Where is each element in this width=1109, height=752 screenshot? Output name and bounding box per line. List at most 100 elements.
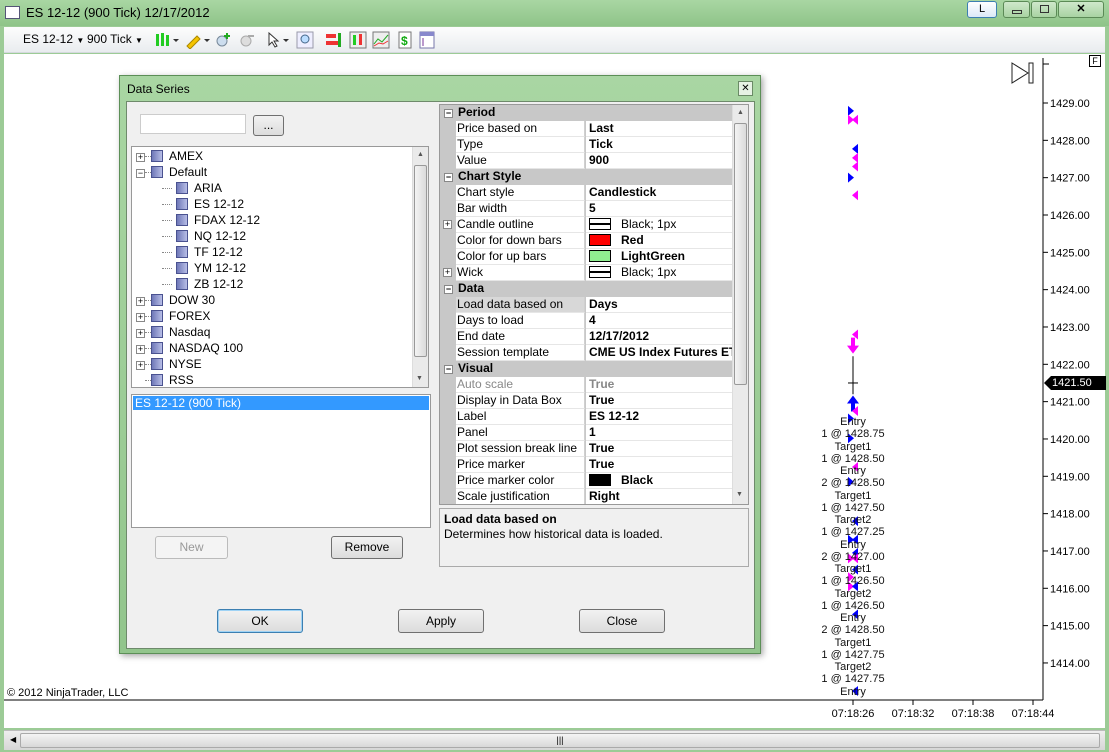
- trade-marker-left[interactable]: [852, 114, 858, 125]
- property-value[interactable]: CME US Index Futures ETH: [586, 345, 732, 361]
- tree-item[interactable]: YM 12-12: [162, 260, 246, 276]
- property-row[interactable]: Color for down bars Red: [440, 233, 732, 249]
- trade-marker-left[interactable]: [852, 152, 858, 163]
- tree-item[interactable]: + AMEX: [136, 148, 203, 164]
- collapse-icon[interactable]: −: [444, 173, 453, 182]
- tree-item[interactable]: RSS: [136, 372, 194, 387]
- maximize-button[interactable]: [1031, 1, 1057, 18]
- minimize-button[interactable]: [1003, 1, 1030, 18]
- scroll-thumb[interactable]: |||: [20, 733, 1100, 748]
- scroll-up-icon[interactable]: ▲: [733, 109, 748, 116]
- tree-item[interactable]: + Nasdaq: [136, 324, 210, 340]
- tree-item[interactable]: FDAX 12-12: [162, 212, 260, 228]
- collapse-icon[interactable]: −: [444, 285, 453, 294]
- scroll-up-icon[interactable]: ▲: [413, 151, 428, 158]
- browse-button[interactable]: ...: [253, 115, 284, 136]
- property-value[interactable]: Black; 1px: [586, 217, 732, 233]
- property-grid[interactable]: − Period Price based on Last Type Tick Value 90…: [439, 104, 749, 505]
- property-value[interactable]: Last: [586, 121, 732, 137]
- property-row[interactable]: Price marker color Black: [440, 473, 732, 489]
- property-value[interactable]: 12/17/2012: [586, 329, 732, 345]
- expand-icon[interactable]: +: [136, 153, 145, 162]
- tree-item[interactable]: ES 12-12: [162, 196, 244, 212]
- tree-item[interactable]: TF 12-12: [162, 244, 243, 260]
- property-row[interactable]: + Candle outline Black; 1px: [440, 217, 732, 233]
- close-button[interactable]: ✕: [1058, 1, 1104, 18]
- expand-icon[interactable]: +: [136, 329, 145, 338]
- property-row[interactable]: Type Tick: [440, 137, 732, 153]
- property-value[interactable]: Red: [586, 233, 732, 249]
- instrument-tree[interactable]: + AMEX − Default ARIA ES 12-12 FDAX 12-12 NQ 12…: [131, 146, 429, 388]
- scroll-left-icon[interactable]: ◀: [10, 735, 16, 744]
- remove-button[interactable]: Remove: [331, 536, 403, 559]
- tree-scroll-thumb[interactable]: [414, 165, 427, 357]
- property-row[interactable]: Session template CME US Index Futures ETH: [440, 345, 732, 361]
- dollar-icon[interactable]: $: [396, 31, 414, 49]
- execution-arrow-down[interactable]: [847, 337, 859, 354]
- property-value[interactable]: Right: [586, 489, 732, 504]
- expand-icon[interactable]: +: [443, 220, 452, 229]
- property-category[interactable]: − Period: [440, 105, 732, 121]
- link-button[interactable]: L: [967, 1, 997, 18]
- indicators-icon[interactable]: [349, 31, 367, 49]
- property-row[interactable]: + Wick Black; 1px: [440, 265, 732, 281]
- scroll-to-end-icon[interactable]: [1011, 62, 1035, 87]
- property-value[interactable]: Black; 1px: [586, 265, 732, 281]
- chart-style-icon[interactable]: [154, 31, 179, 49]
- property-value[interactable]: 1: [586, 425, 732, 441]
- drawing-tool-icon[interactable]: [184, 31, 210, 50]
- property-scroll-thumb[interactable]: [734, 123, 747, 385]
- property-row[interactable]: Value 900: [440, 153, 732, 169]
- property-row[interactable]: Load data based on Days: [440, 297, 732, 313]
- series-list[interactable]: ES 12-12 (900 Tick): [131, 394, 431, 528]
- trade-marker-left[interactable]: [852, 143, 858, 154]
- ok-button[interactable]: OK: [217, 609, 303, 633]
- tree-item[interactable]: ARIA: [162, 180, 222, 196]
- dialog-close-button[interactable]: ✕: [738, 81, 753, 96]
- new-button[interactable]: New: [155, 536, 228, 559]
- property-scrollbar[interactable]: ▲ ▼: [732, 105, 748, 504]
- tree-item[interactable]: − Default: [136, 164, 207, 180]
- tree-item[interactable]: + NYSE: [136, 356, 202, 372]
- property-row[interactable]: Display in Data Box True: [440, 393, 732, 409]
- strategies-icon[interactable]: [372, 31, 390, 49]
- property-row[interactable]: Panel 1: [440, 425, 732, 441]
- zoom-in-icon[interactable]: [214, 31, 232, 49]
- property-category[interactable]: − Chart Style: [440, 169, 732, 185]
- property-value[interactable]: 5: [586, 201, 732, 217]
- tree-item[interactable]: ZB 12-12: [162, 276, 243, 292]
- collapse-icon[interactable]: −: [444, 109, 453, 118]
- property-row[interactable]: Auto scale True: [440, 377, 732, 393]
- properties-icon[interactable]: [418, 31, 436, 49]
- scroll-down-icon[interactable]: ▼: [736, 491, 743, 498]
- property-value[interactable]: ES 12-12: [586, 409, 732, 425]
- trade-marker-right[interactable]: [848, 172, 854, 183]
- tree-item[interactable]: + FOREX: [136, 308, 210, 324]
- property-value[interactable]: True: [586, 441, 732, 457]
- instrument-selector[interactable]: ES 12-12 ▼: [23, 32, 84, 46]
- property-value[interactable]: Tick: [586, 137, 732, 153]
- trade-marker-left[interactable]: [852, 161, 858, 172]
- property-row[interactable]: Bar width 5: [440, 201, 732, 217]
- horizontal-scrollbar[interactable]: ◀ |||: [4, 730, 1105, 750]
- collapse-icon[interactable]: −: [136, 169, 145, 178]
- pointer-icon[interactable]: [266, 31, 289, 49]
- apply-button[interactable]: Apply: [398, 609, 484, 633]
- series-list-item[interactable]: ES 12-12 (900 Tick): [133, 396, 429, 410]
- data-series-icon[interactable]: [324, 31, 342, 49]
- property-row[interactable]: Plot session break line True: [440, 441, 732, 457]
- expand-icon[interactable]: +: [136, 313, 145, 322]
- property-row[interactable]: Color for up bars LightGreen: [440, 249, 732, 265]
- trade-marker-right[interactable]: [848, 105, 854, 116]
- expand-icon[interactable]: +: [136, 345, 145, 354]
- property-row[interactable]: Price based on Last: [440, 121, 732, 137]
- expand-icon[interactable]: +: [136, 297, 145, 306]
- f-button[interactable]: F: [1089, 55, 1101, 67]
- tree-item[interactable]: + DOW 30: [136, 292, 215, 308]
- property-row[interactable]: Chart style Candlestick: [440, 185, 732, 201]
- interval-selector[interactable]: 900 Tick ▼: [87, 32, 143, 46]
- property-row[interactable]: Days to load 4: [440, 313, 732, 329]
- property-value[interactable]: LightGreen: [586, 249, 732, 265]
- tree-scrollbar[interactable]: ▲ ▼: [412, 147, 428, 387]
- property-value[interactable]: True: [586, 393, 732, 409]
